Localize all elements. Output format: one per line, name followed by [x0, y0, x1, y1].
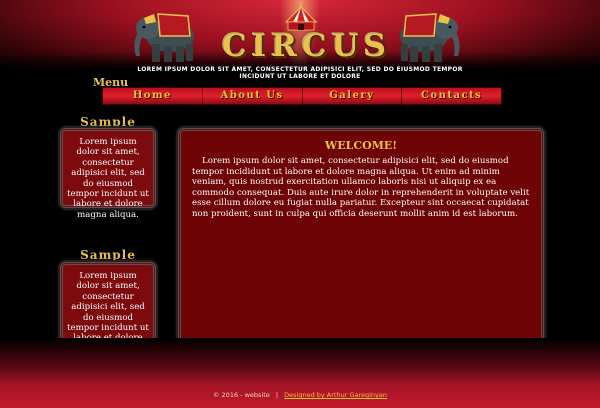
main-nav: Home About Us Galery Contacts — [102, 87, 502, 105]
nav-item-contacts[interactable]: Contacts — [402, 88, 501, 104]
header-tagline: Lorem ipsum dolor sit amet, consectetur … — [137, 66, 463, 80]
elephant-left-icon — [134, 13, 194, 62]
nav-item-galery[interactable]: Galery — [303, 88, 403, 104]
content-panel: WELCOME! Lorem ipsum dolor sit amet, con… — [178, 128, 544, 368]
footer-credit-link[interactable]: Designed by Arthur Gareginyan — [284, 391, 387, 399]
sidebar-title: Sample — [80, 248, 136, 262]
nav-item-about-us[interactable]: About Us — [203, 88, 303, 104]
site-logo[interactable]: CIRCUS — [222, 28, 386, 64]
footer-copyright: © 2016 - website — [212, 391, 270, 399]
sidebar-text: Lorem ipsum dolor sit amet, consectetur … — [67, 137, 149, 220]
elephant-right-icon — [400, 13, 460, 62]
sidebar-box: Lorem ipsum dolor sit amet, consectetur … — [60, 128, 156, 220]
footer: © 2016 - website | Designed by Arthur Ga… — [0, 391, 600, 399]
sidebar-box: Lorem ipsum dolor sit amet, consectetur … — [60, 262, 156, 354]
footer-separator: | — [275, 391, 279, 399]
sidebar-title: Sample — [80, 115, 136, 129]
content-text: Lorem ipsum dolor sit amet, consectetur … — [192, 156, 530, 219]
content-title: WELCOME! — [324, 139, 398, 152]
nav-item-home[interactable]: Home — [103, 88, 203, 104]
